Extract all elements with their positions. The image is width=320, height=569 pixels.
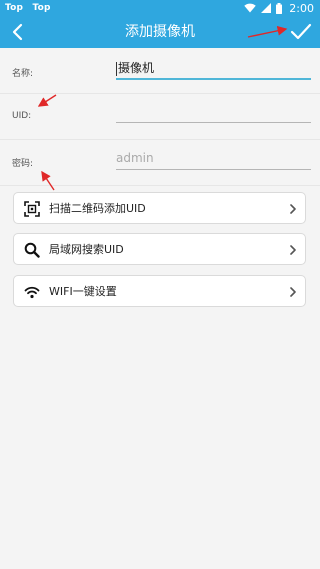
password-label: 密码:	[12, 159, 34, 169]
status-bar-right: 2:00	[244, 1, 314, 15]
qr-scan-icon	[24, 201, 40, 217]
scan-qr-add-uid-button[interactable]: 扫描二维码添加UID	[13, 192, 306, 224]
notification-label: Top	[5, 3, 24, 13]
app-bar: 添加摄像机	[0, 16, 320, 48]
name-value: 摄像机	[118, 61, 155, 75]
password-row: 密码: admin	[0, 140, 320, 186]
wifi-setup-label: WIFI一键设置	[49, 285, 117, 298]
uid-label: UID:	[12, 111, 32, 121]
uid-input[interactable]	[116, 101, 311, 123]
name-input[interactable]: 摄像机	[116, 58, 311, 80]
signal-icon	[261, 3, 272, 13]
notification-label: Top	[32, 3, 51, 13]
text-cursor	[116, 61, 117, 76]
password-input[interactable]: admin	[116, 148, 311, 170]
chevron-right-icon	[290, 204, 296, 214]
lan-search-label: 局域网搜索UID	[49, 243, 124, 256]
battery-icon	[276, 2, 283, 14]
checkmark-icon[interactable]	[290, 22, 312, 42]
wifi-setup-button[interactable]: WIFI一键设置	[13, 275, 306, 307]
name-label: 名称:	[12, 69, 34, 79]
chevron-right-icon	[290, 287, 296, 297]
scan-qr-label: 扫描二维码添加UID	[49, 202, 146, 215]
add-camera-screen: Top Top 2:00 添加摄像机 名称: 摄像机 UID: 密码: admi…	[0, 0, 320, 569]
status-bar: Top Top 2:00	[0, 0, 320, 16]
chevron-right-icon	[290, 245, 296, 255]
chevron-left-icon[interactable]	[8, 22, 28, 42]
status-bar-notifications: Top Top	[5, 3, 57, 13]
name-row: 名称: 摄像机	[0, 48, 320, 94]
search-icon	[24, 242, 40, 258]
page-title: 添加摄像机	[125, 24, 195, 40]
lan-search-uid-button[interactable]: 局域网搜索UID	[13, 233, 306, 265]
clock: 2:00	[289, 1, 314, 15]
uid-row: UID:	[0, 94, 320, 140]
wifi-icon	[244, 3, 256, 13]
wifi-icon	[24, 286, 40, 299]
